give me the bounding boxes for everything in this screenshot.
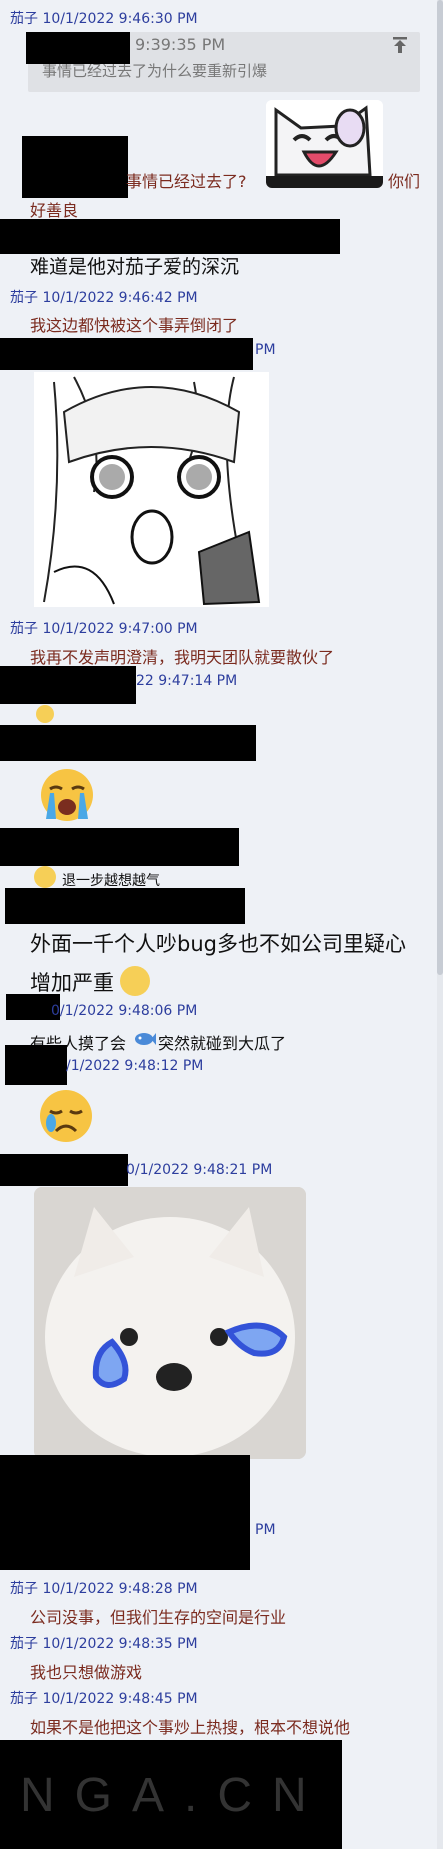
message-text: 突然就碰到大瓜了 [158, 1034, 287, 1053]
message-text: 难道是他对茄子爱的深沉 [30, 256, 240, 278]
redaction [5, 1045, 67, 1085]
message-text: 我也只想做游戏 [30, 1663, 143, 1682]
cat-sticker[interactable] [266, 100, 383, 188]
redaction [0, 828, 239, 866]
message-text: 公司没事，但我们生存的空间是行业 [30, 1608, 287, 1627]
message-header: 茄子 10/1/2022 9:48:35 PM [10, 1636, 198, 1652]
message-text: 好善良 [30, 201, 79, 220]
message-header: 0/1/2022 9:48:21 PM [126, 1162, 273, 1178]
sweat-emoji-icon [120, 966, 150, 996]
message-text: 我再不发声明澄清，我明天团队就要散伙了 [30, 648, 335, 667]
redaction [22, 136, 128, 198]
message-text: 你们 [388, 172, 421, 191]
message-header: PM [255, 342, 276, 358]
redaction [0, 666, 136, 704]
message-header: 茄子 10/1/2022 9:47:00 PM [10, 621, 198, 637]
message-header: 0/1/2022 9:48:06 PM [51, 1003, 198, 1019]
message-text: 增加严重 [30, 971, 114, 995]
message-header: PM [255, 1522, 276, 1538]
message-header: 22 9:47:14 PM [136, 673, 238, 689]
sad-emoji-icon [36, 1087, 96, 1145]
redaction [5, 888, 245, 924]
crying-dog-sticker[interactable] [34, 1187, 306, 1459]
redaction [0, 1455, 250, 1570]
redaction [0, 725, 256, 761]
redaction [0, 1154, 128, 1186]
message-header: 茄子 10/1/2022 9:48:45 PM [10, 1691, 198, 1707]
fish-emoji-icon [134, 1030, 156, 1048]
smirk-emoji-icon [34, 866, 56, 888]
blush-emoji-icon [36, 705, 54, 723]
message-text: 事情已经过去了? [126, 172, 247, 191]
quote-time: 9:39:35 PM [135, 35, 226, 54]
jump-to-quote-icon[interactable] [392, 36, 408, 54]
manga-sticker[interactable] [34, 372, 269, 607]
message-header: /1/2022 9:48:12 PM [66, 1058, 204, 1074]
message-header: 茄子 10/1/2022 9:46:30 PM [10, 11, 198, 27]
message-header: 茄子 10/1/2022 9:46:42 PM [10, 290, 198, 306]
redaction [26, 32, 130, 64]
scrollbar-thumb[interactable] [437, 0, 443, 975]
redaction [0, 219, 340, 254]
message-text: 退一步越想越气 [62, 873, 160, 889]
message-header: 茄子 10/1/2022 9:48:28 PM [10, 1581, 198, 1597]
message-text: 我这边都快被这个事弄倒闭了 [30, 316, 239, 335]
crying-emoji-icon [36, 765, 98, 825]
redaction [0, 338, 253, 370]
message-text: 外面一千个人吵bug多也不如公司里疑心 [30, 932, 406, 956]
watermark: NGA.CN [20, 1769, 327, 1822]
message-text: 如果不是他把这个事炒上热搜，根本不想说他 [30, 1718, 351, 1737]
